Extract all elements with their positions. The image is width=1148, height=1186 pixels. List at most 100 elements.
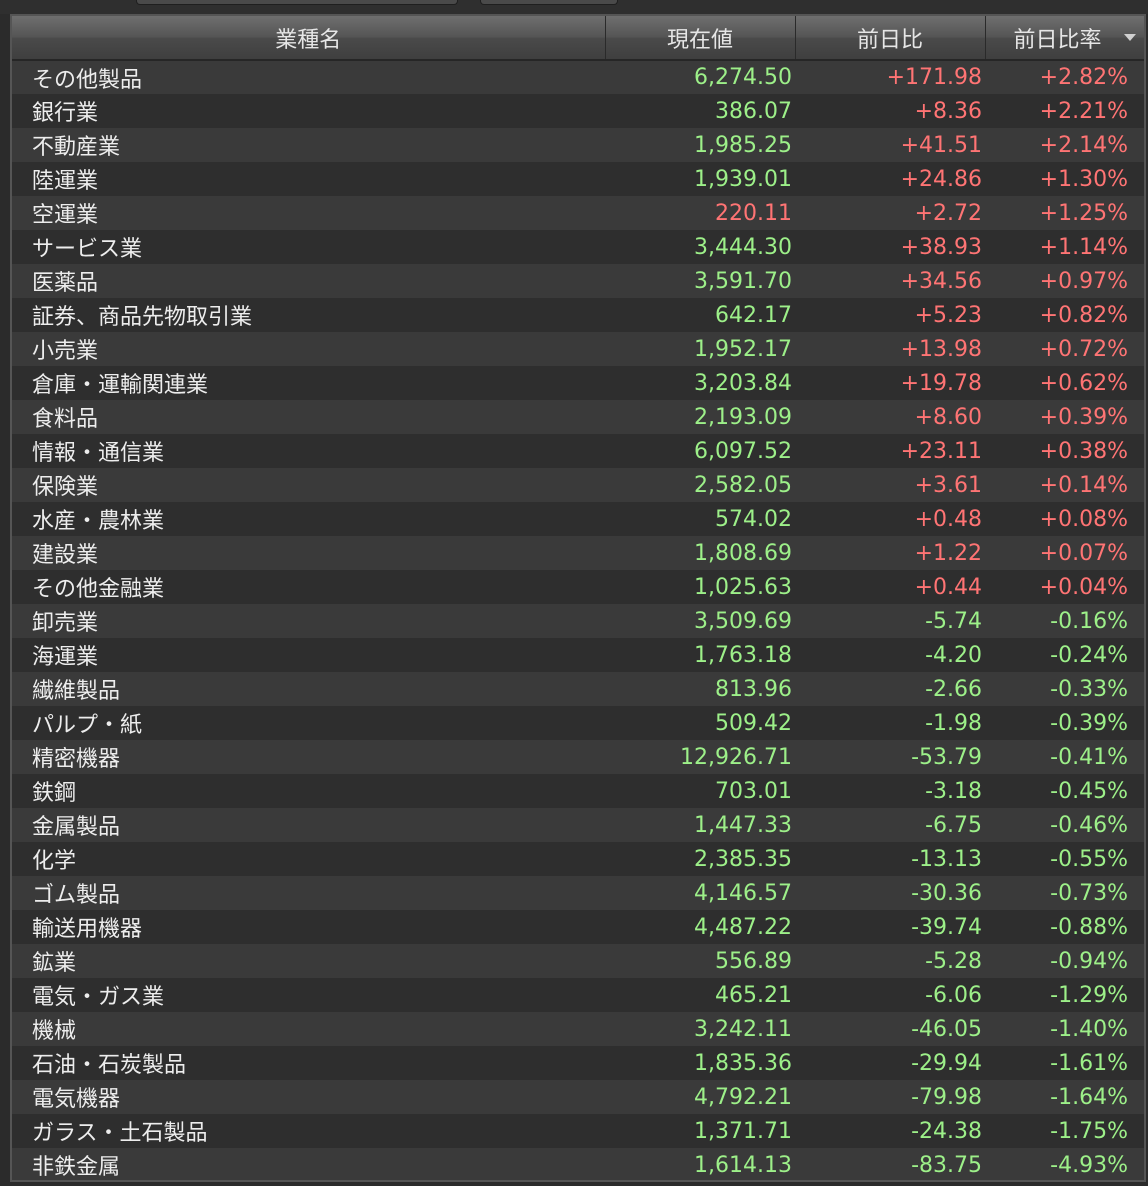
table-row[interactable]: 電気・ガス業 465.21 -6.06 -1.29% — [12, 978, 1144, 1012]
industry-name-cell: 倉庫・運輸関連業 — [12, 366, 605, 400]
table-row[interactable]: 銀行業 386.07 +8.36 +2.21% — [12, 94, 1144, 128]
table-row[interactable]: 鉱業 556.89 -5.28 -0.94% — [12, 944, 1144, 978]
table-row[interactable]: 不動産業 1,985.25 +41.51 +2.14% — [12, 128, 1144, 162]
industry-name-cell: 小売業 — [12, 332, 605, 366]
table-row[interactable]: 鉄鋼 703.01 -3.18 -0.45% — [12, 774, 1144, 808]
industry-name-cell: 海運業 — [12, 638, 605, 672]
industry-name-cell: 石油・石炭製品 — [12, 1046, 605, 1080]
table-row[interactable]: その他製品 6,274.50 +171.98 +2.82% — [12, 60, 1144, 94]
industry-name-cell: 非鉄金属 — [12, 1148, 605, 1180]
table-row[interactable]: ガラス・土石製品 1,371.71 -24.38 -1.75% — [12, 1114, 1144, 1148]
change-percent-cell: -0.33% — [985, 672, 1144, 706]
industry-name-cell: その他製品 — [12, 60, 605, 94]
change-cell: -5.74 — [795, 604, 985, 638]
column-header-change[interactable]: 前日比 — [795, 16, 986, 61]
table-row[interactable]: 空運業 220.11 +2.72 +1.25% — [12, 196, 1144, 230]
change-percent-cell: -1.75% — [985, 1114, 1144, 1148]
table-row[interactable]: 食料品 2,193.09 +8.60 +0.39% — [12, 400, 1144, 434]
current-price-cell: 6,274.50 — [605, 60, 795, 94]
industry-name-cell: 陸運業 — [12, 162, 605, 196]
industry-name-cell: 水産・農林業 — [12, 502, 605, 536]
change-percent-cell: -0.41% — [985, 740, 1144, 774]
industry-name-cell: ガラス・土石製品 — [12, 1114, 605, 1148]
toolbar-control-right[interactable] — [480, 0, 618, 5]
table-row[interactable]: 金属製品 1,447.33 -6.75 -0.46% — [12, 808, 1144, 842]
column-header-name[interactable]: 業種名 — [12, 16, 606, 61]
table-row[interactable]: 情報・通信業 6,097.52 +23.11 +0.38% — [12, 434, 1144, 468]
top-toolbar — [0, 0, 1148, 14]
table-row[interactable]: 輸送用機器 4,487.22 -39.74 -0.88% — [12, 910, 1144, 944]
table-row[interactable]: 機械 3,242.11 -46.05 -1.40% — [12, 1012, 1144, 1046]
change-percent-cell: +2.82% — [985, 60, 1144, 94]
table-row[interactable]: 卸売業 3,509.69 -5.74 -0.16% — [12, 604, 1144, 638]
current-price-cell: 465.21 — [605, 978, 795, 1012]
change-cell: +23.11 — [795, 434, 985, 468]
change-cell: +2.72 — [795, 196, 985, 230]
column-header-price[interactable]: 現在値 — [605, 16, 796, 61]
change-percent-cell: -0.24% — [985, 638, 1144, 672]
table-row[interactable]: 陸運業 1,939.01 +24.86 +1.30% — [12, 162, 1144, 196]
table-row[interactable]: 証券、商品先物取引業 642.17 +5.23 +0.82% — [12, 298, 1144, 332]
industry-name-cell: その他金融業 — [12, 570, 605, 604]
change-percent-cell: -0.88% — [985, 910, 1144, 944]
column-header-price-label: 現在値 — [666, 27, 733, 53]
table-row[interactable]: 小売業 1,952.17 +13.98 +0.72% — [12, 332, 1144, 366]
table-row[interactable]: 石油・石炭製品 1,835.36 -29.94 -1.61% — [12, 1046, 1144, 1080]
change-percent-cell: +1.25% — [985, 196, 1144, 230]
current-price-cell: 1,614.13 — [605, 1148, 795, 1180]
table-row[interactable]: 水産・農林業 574.02 +0.48 +0.08% — [12, 502, 1144, 536]
change-percent-cell: +0.04% — [985, 570, 1144, 604]
toolbar-control-left[interactable] — [136, 0, 458, 5]
current-price-cell: 1,371.71 — [605, 1114, 795, 1148]
current-price-cell: 3,444.30 — [605, 230, 795, 264]
change-cell: +0.48 — [795, 502, 985, 536]
change-cell: -1.98 — [795, 706, 985, 740]
change-percent-cell: -1.64% — [985, 1080, 1144, 1114]
table-row[interactable]: 精密機器 12,926.71 -53.79 -0.41% — [12, 740, 1144, 774]
table-row[interactable]: サービス業 3,444.30 +38.93 +1.14% — [12, 230, 1144, 264]
current-price-cell: 3,509.69 — [605, 604, 795, 638]
industry-name-cell: 建設業 — [12, 536, 605, 570]
change-percent-cell: -0.16% — [985, 604, 1144, 638]
industry-name-cell: 繊維製品 — [12, 672, 605, 706]
sort-descending-icon — [1124, 34, 1136, 41]
table-row[interactable]: 保険業 2,582.05 +3.61 +0.14% — [12, 468, 1144, 502]
current-price-cell: 1,952.17 — [605, 332, 795, 366]
table-body: その他製品 6,274.50 +171.98 +2.82% 銀行業 386.07 +8.36… — [12, 60, 1144, 1180]
industry-table-panel: 業種名 現在値 前日比 前日比率 その他製品 6,274.50 +171.98 +2.… — [10, 14, 1146, 1182]
current-price-cell: 3,203.84 — [605, 366, 795, 400]
table-row[interactable]: ゴム製品 4,146.57 -30.36 -0.73% — [12, 876, 1144, 910]
change-cell: +24.86 — [795, 162, 985, 196]
change-cell: -79.98 — [795, 1080, 985, 1114]
change-percent-cell: -0.73% — [985, 876, 1144, 910]
industry-name-cell: 機械 — [12, 1012, 605, 1046]
table-row[interactable]: 海運業 1,763.18 -4.20 -0.24% — [12, 638, 1144, 672]
table-row[interactable]: その他金融業 1,025.63 +0.44 +0.04% — [12, 570, 1144, 604]
change-cell: +171.98 — [795, 60, 985, 94]
current-price-cell: 2,582.05 — [605, 468, 795, 502]
table-row[interactable]: 医薬品 3,591.70 +34.56 +0.97% — [12, 264, 1144, 298]
current-price-cell: 556.89 — [605, 944, 795, 978]
industry-name-cell: 鉄鋼 — [12, 774, 605, 808]
change-cell: -30.36 — [795, 876, 985, 910]
table-row[interactable]: 建設業 1,808.69 +1.22 +0.07% — [12, 536, 1144, 570]
table-row[interactable]: 繊維製品 813.96 -2.66 -0.33% — [12, 672, 1144, 706]
change-percent-cell: +0.07% — [985, 536, 1144, 570]
table-row[interactable]: 倉庫・運輸関連業 3,203.84 +19.78 +0.62% — [12, 366, 1144, 400]
change-cell: +1.22 — [795, 536, 985, 570]
change-cell: +8.60 — [795, 400, 985, 434]
current-price-cell: 1,447.33 — [605, 808, 795, 842]
table-row[interactable]: パルプ・紙 509.42 -1.98 -0.39% — [12, 706, 1144, 740]
column-header-pct[interactable]: 前日比率 — [985, 16, 1144, 61]
change-cell: -6.75 — [795, 808, 985, 842]
change-cell: +34.56 — [795, 264, 985, 298]
table-row[interactable]: 非鉄金属 1,614.13 -83.75 -4.93% — [12, 1148, 1144, 1180]
industry-name-cell: 空運業 — [12, 196, 605, 230]
current-price-cell: 6,097.52 — [605, 434, 795, 468]
change-cell: +5.23 — [795, 298, 985, 332]
table-row[interactable]: 化学 2,385.35 -13.13 -0.55% — [12, 842, 1144, 876]
current-price-cell: 220.11 — [605, 196, 795, 230]
table-row[interactable]: 電気機器 4,792.21 -79.98 -1.64% — [12, 1080, 1144, 1114]
industry-name-cell: 保険業 — [12, 468, 605, 502]
change-percent-cell: -1.29% — [985, 978, 1144, 1012]
